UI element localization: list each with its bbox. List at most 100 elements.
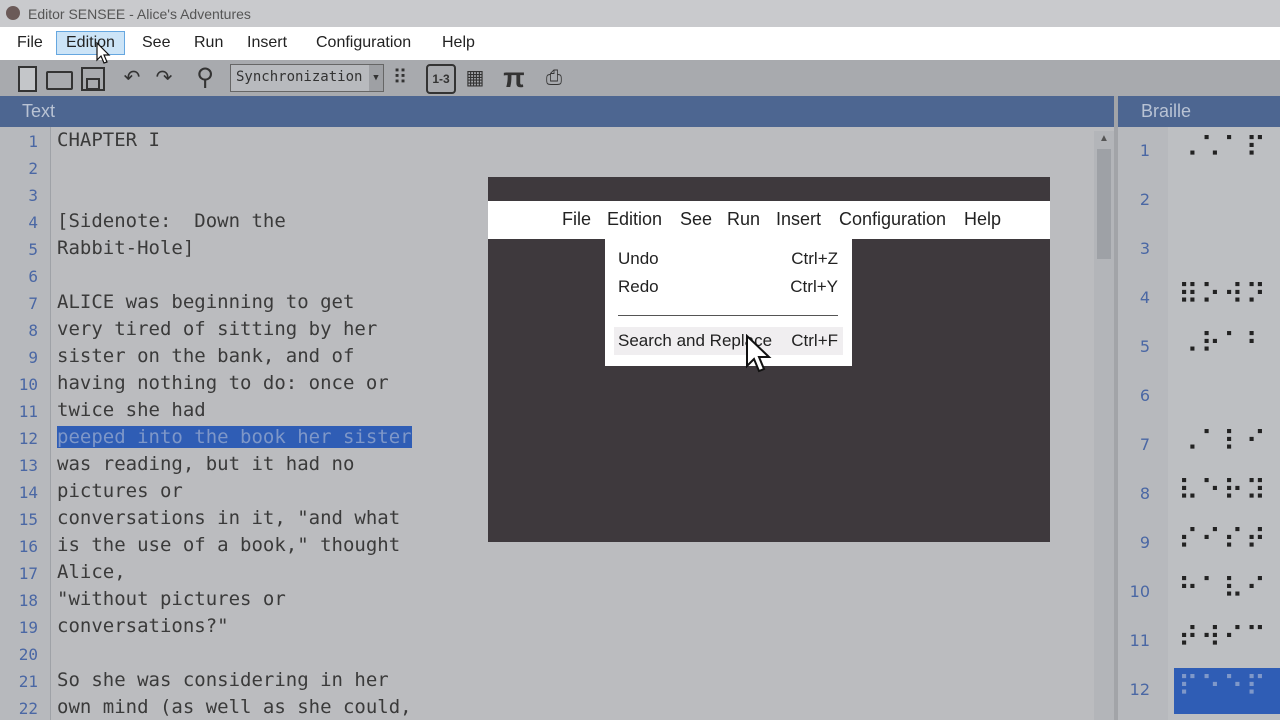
line-number: 9 [28, 348, 38, 367]
text-panel-title: Text [22, 101, 56, 121]
braille-line-number: 5 [1139, 337, 1150, 356]
line-number: 1 [28, 132, 38, 151]
text-line[interactable]: conversations?" [57, 615, 229, 637]
braille-printer-icon[interactable]: ▦ [461, 64, 489, 92]
text-line[interactable]: CHAPTER I [57, 129, 160, 151]
menu-bar: File Edition See Run Insert Configuratio… [0, 27, 1280, 60]
inset-menu-insert[interactable]: Insert [776, 209, 821, 230]
line-number: 2 [28, 159, 38, 178]
selected-text-line[interactable]: peeped into the book her sister [57, 426, 412, 448]
line-number: 21 [18, 672, 38, 691]
text-line[interactable]: is the use of a book," thought [57, 534, 400, 556]
inset-menu-help[interactable]: Help [964, 209, 1001, 230]
braille-cells[interactable]: ⠎⠊⠎⠞ [1178, 523, 1268, 556]
line-number: 5 [28, 240, 38, 259]
line-number: 8 [28, 321, 38, 340]
text-line[interactable]: ALICE was beginning to get [57, 291, 354, 313]
line-number: 10 [18, 375, 38, 394]
line-number: 6 [28, 267, 38, 286]
inset-menu-file[interactable]: File [562, 209, 591, 230]
braille-panel-header: Braille [1118, 96, 1280, 127]
text-line[interactable]: So she was considering in her [57, 669, 389, 691]
braille-cells[interactable]: ⠠⠡⠁⠏ [1178, 131, 1268, 164]
window-title: Editor SENSEE - Alice's Adventures [28, 6, 251, 22]
line-number: 17 [18, 564, 38, 583]
app-icon [6, 6, 20, 20]
text-line[interactable]: pictures or [57, 480, 183, 502]
braille-cells[interactable]: ⠿⠕⠺⠝ [1178, 278, 1268, 311]
inset-menu-configuration[interactable]: Configuration [839, 209, 946, 230]
line-number: 11 [18, 402, 38, 421]
braille-line-number: 9 [1139, 533, 1150, 552]
braille-line-number: 10 [1129, 582, 1150, 601]
menu-item-redo[interactable]: Redo Ctrl+Y [618, 275, 843, 299]
braille-line-number: 12 [1129, 680, 1150, 699]
text-line[interactable]: Rabbit-Hole] [57, 237, 194, 259]
braille-cells[interactable]: ⠠⠗⠁⠃ [1178, 327, 1268, 360]
mouse-cursor-icon [96, 42, 111, 64]
braille-line-number: 8 [1139, 484, 1150, 503]
menu-edition[interactable]: Edition [56, 31, 125, 55]
inset-menu-edition[interactable]: Edition [607, 209, 662, 230]
search-icon[interactable]: ⚲ [191, 64, 219, 92]
braille-cells[interactable]: ⠧⠑⠗⠽ [1178, 474, 1268, 507]
title-bar: Editor SENSEE - Alice's Adventures [0, 0, 1280, 27]
menu-see[interactable]: See [133, 32, 179, 54]
line-number: 12 [18, 429, 38, 448]
line-number: 13 [18, 456, 38, 475]
menu-item-search-replace[interactable]: Search and Replace Ctrl+F [614, 327, 843, 355]
menu-help[interactable]: Help [433, 32, 484, 54]
text-panel-header: Text [0, 96, 1114, 127]
text-scrollbar[interactable]: ▲ [1094, 131, 1114, 720]
new-document-icon[interactable] [12, 64, 40, 92]
braille-line-number: 3 [1139, 239, 1150, 258]
braille-view[interactable]: 1 ⠠⠡⠁⠏ 2 3 4 ⠿⠕⠺⠝ 5 ⠠⠗⠁⠃ 6 7 ⠠⠁⠇⠊ 8 ⠧⠑⠗⠽ 9 ⠎⠊⠎⠞ 10 ⠓⠁⠧⠊ 1… [1118, 127, 1280, 720]
menu-item-undo[interactable]: Undo Ctrl+Z [618, 247, 843, 271]
menu-insert[interactable]: Insert [238, 32, 296, 54]
braille-line-number: 1 [1139, 141, 1150, 160]
braille-cells[interactable]: ⠠⠁⠇⠊ [1178, 425, 1268, 458]
open-folder-icon[interactable] [44, 64, 73, 92]
chevron-down-icon[interactable]: ▼ [369, 65, 383, 91]
menu-file[interactable]: File [8, 32, 52, 54]
line-number: 7 [28, 294, 38, 313]
inset-menu-run[interactable]: Run [727, 209, 760, 230]
text-line[interactable]: sister on the bank, and of [57, 345, 354, 367]
toolbar: ↶ ↷ ⚲ ⠿ 1-3 ▦ π ⎙ [0, 60, 1280, 96]
braille-table-icon[interactable]: ⠿ [386, 64, 414, 92]
text-line[interactable]: Alice, [57, 561, 126, 583]
text-line[interactable]: "without pictures or [57, 588, 286, 610]
braille-cells[interactable]: ⠞⠺⠊⠉ [1178, 621, 1268, 654]
scroll-up-icon[interactable]: ▲ [1099, 133, 1109, 144]
menu-configuration[interactable]: Configuration [307, 32, 420, 54]
braille-cells[interactable]: ⠓⠁⠧⠊ [1178, 572, 1268, 605]
line-number: 16 [18, 537, 38, 556]
save-icon[interactable] [78, 64, 106, 92]
redo-icon[interactable]: ↷ [150, 64, 178, 92]
text-line[interactable]: conversations in it, "and what [57, 507, 400, 529]
text-line[interactable]: twice she had [57, 399, 206, 421]
text-line[interactable]: [Sidenote: Down the [57, 210, 286, 232]
numbering-icon[interactable]: 1-3 [426, 64, 456, 94]
pi-icon[interactable]: π [500, 64, 528, 92]
braille-panel-title: Braille [1141, 101, 1192, 121]
text-line[interactable]: very tired of sitting by her [57, 318, 377, 340]
inset-menu-see[interactable]: See [680, 209, 712, 230]
text-line[interactable]: having nothing to do: once or [57, 372, 389, 394]
text-line[interactable]: was reading, but it had no [57, 453, 354, 475]
scroll-thumb[interactable] [1097, 149, 1111, 259]
line-number: 15 [18, 510, 38, 529]
print-icon[interactable]: ⎙ [540, 64, 568, 92]
line-number: 18 [18, 591, 38, 610]
line-number: 22 [18, 699, 38, 718]
menu-run[interactable]: Run [185, 32, 232, 54]
braille-line-number: 7 [1139, 435, 1150, 454]
line-number: 14 [18, 483, 38, 502]
undo-icon[interactable]: ↶ [118, 64, 146, 92]
inset-cursor-icon [746, 334, 772, 373]
line-number: 4 [28, 213, 38, 232]
braille-cells[interactable]: ⠏⠑⠑⠏ [1178, 670, 1268, 703]
sync-mode-select[interactable]: Synchronization ▼ [230, 64, 384, 92]
text-line[interactable]: own mind (as well as she could, [57, 696, 412, 718]
edition-dropdown: Undo Ctrl+Z Redo Ctrl+Y Search and Repla… [605, 239, 852, 366]
